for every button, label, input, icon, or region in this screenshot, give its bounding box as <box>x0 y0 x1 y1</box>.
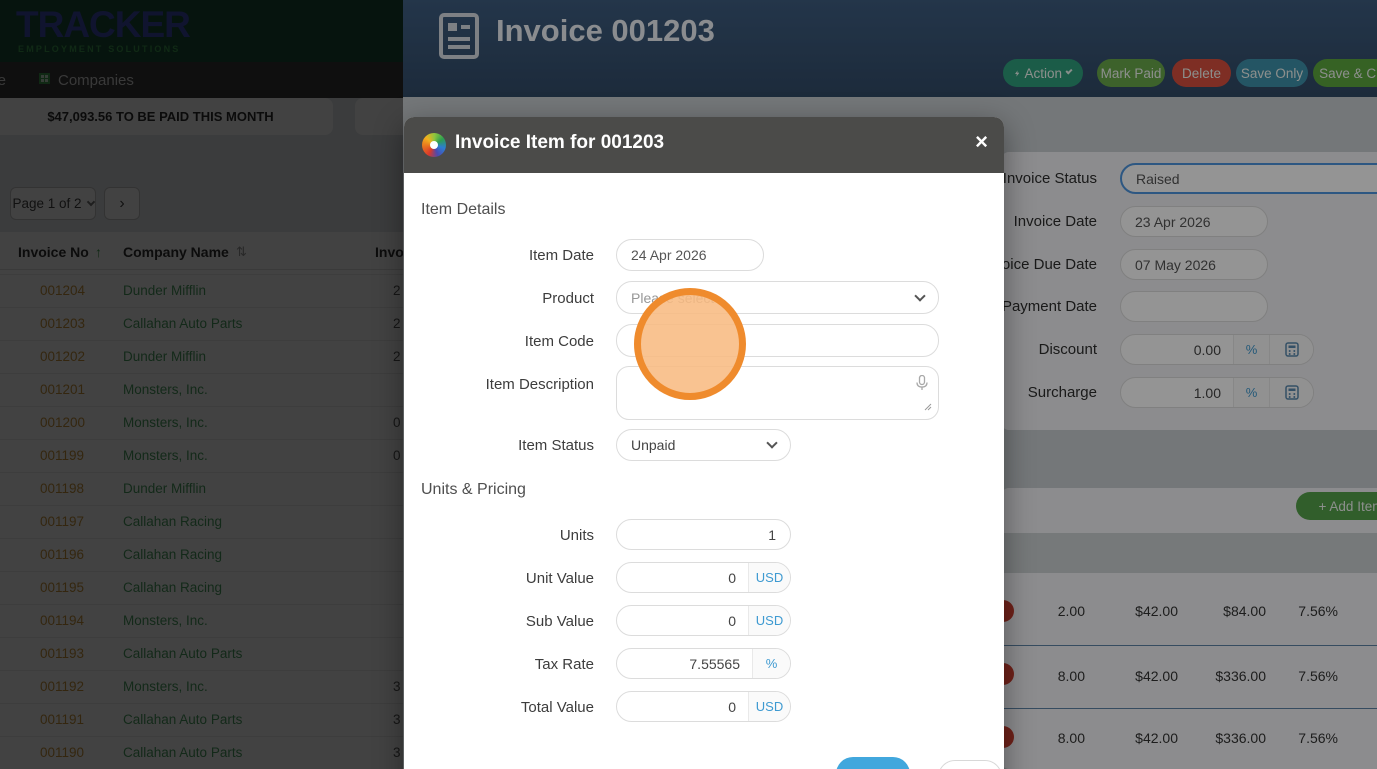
currency-toggle[interactable]: USD <box>748 563 790 592</box>
item-code-label: Item Code <box>524 333 594 350</box>
units-label: Units <box>559 527 594 544</box>
modal-header: Invoice Item for 001203 × <box>404 117 1004 173</box>
currency-toggle[interactable]: USD <box>748 606 790 635</box>
sub-value-label: Sub Value <box>525 613 594 630</box>
product-label: Product <box>542 290 594 307</box>
tax-rate-input[interactable]: 7.55565 % <box>616 648 791 679</box>
currency-toggle[interactable]: USD <box>748 692 790 721</box>
microphone-icon[interactable] <box>916 374 928 394</box>
item-status-select[interactable]: Unpaid <box>616 429 791 461</box>
cancel-button[interactable]: Cancel <box>938 760 1002 769</box>
item-date-label: Item Date <box>528 247 594 264</box>
chevron-down-icon <box>766 437 778 449</box>
item-description-label: Item Description <box>485 376 594 393</box>
resize-handle[interactable] <box>924 398 932 414</box>
sub-value-input[interactable]: 0 USD <box>616 605 791 636</box>
modal-title: Invoice Item for 001203 <box>455 132 665 153</box>
click-indicator <box>634 288 746 400</box>
chevron-down-icon <box>914 289 926 302</box>
okay-button[interactable]: Okay <box>836 757 910 769</box>
total-value-input[interactable]: 0 USD <box>616 691 791 722</box>
app-swirl-logo-icon <box>422 133 446 157</box>
screen: TRACKER EMPLOYMENT SOLUTIONS Home Compan… <box>0 0 1377 769</box>
units-input[interactable]: 1 <box>616 519 791 550</box>
unit-value-input[interactable]: 0 USD <box>616 562 791 593</box>
invoice-item-modal: Invoice Item for 001203 × Item Details I… <box>404 117 1004 769</box>
section-item-details: Item Details <box>421 201 506 218</box>
item-date-input[interactable]: 24 Apr 2026 <box>616 239 764 271</box>
section-units-pricing: Units & Pricing <box>421 481 526 498</box>
close-icon[interactable]: × <box>975 129 988 155</box>
tax-rate-label: Tax Rate <box>534 656 594 673</box>
item-status-label: Item Status <box>518 437 594 454</box>
total-value-label: Total Value <box>520 699 594 716</box>
percent-toggle[interactable]: % <box>752 649 790 678</box>
unit-value-label: Unit Value <box>525 570 594 587</box>
